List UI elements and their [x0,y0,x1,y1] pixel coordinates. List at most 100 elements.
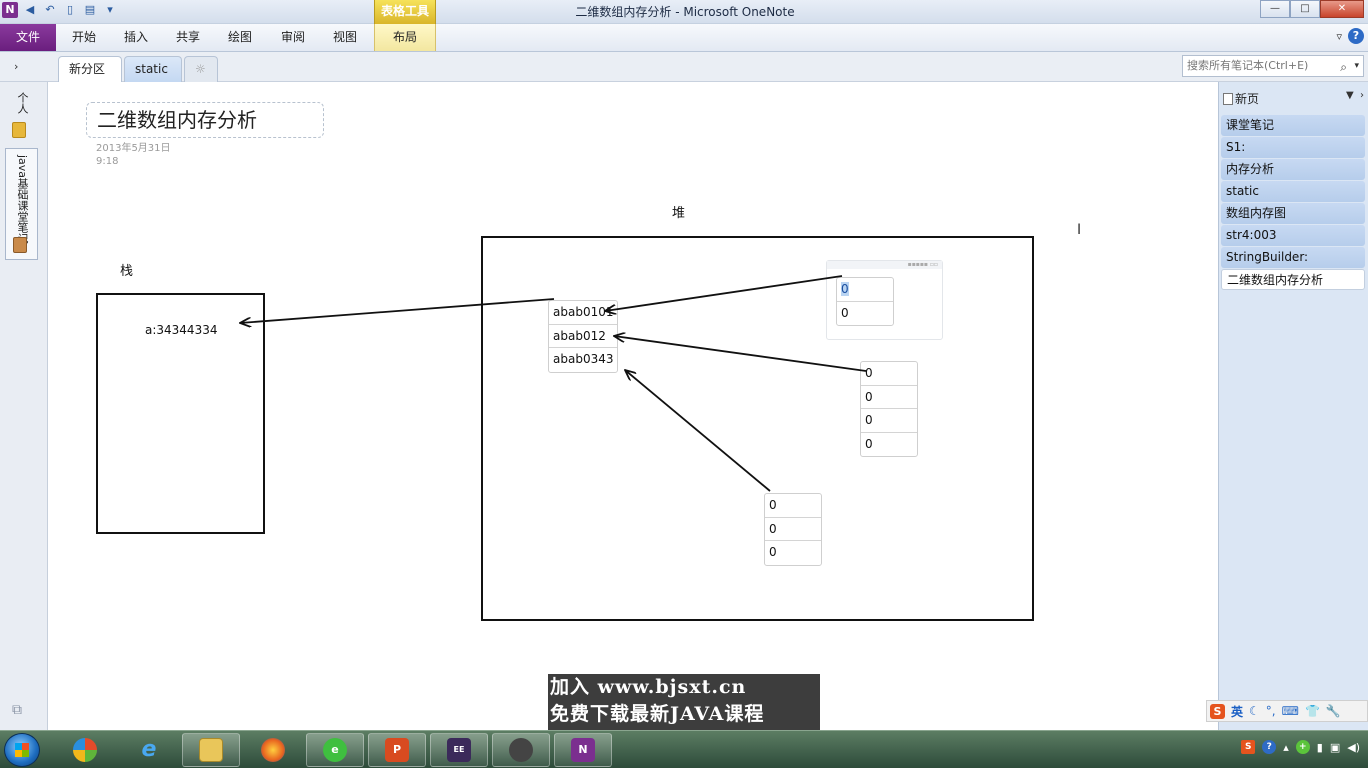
unfiled-notes-icon[interactable]: ⧉ [12,702,22,718]
start-button[interactable] [4,733,40,767]
notebook-brown-icon [13,237,27,253]
reference-arrows [48,275,867,492]
page-item[interactable]: 数组内存图 [1221,203,1365,224]
taskbar-powerpoint[interactable]: P [368,733,426,767]
ribbon-collapse-icon[interactable]: ▿ [1336,30,1342,43]
system-tray: S ? ▴ + ▮ ▣ ◀) [1241,740,1360,754]
quick-access-toolbar: N ◀ ↶ ▯ ▤ ▾ [2,2,118,18]
expand-navigation-icon[interactable]: › [14,60,18,73]
watermark: 加入 www.bjsxt.cn 免费下载最新JAVA课程 [548,674,820,730]
notebook-pane: 个人 java基础课堂笔记 ⧉ [0,82,48,730]
notebook-java[interactable]: java基础课堂笔记 [5,148,38,260]
taskbar: e e P EE N S ? ▴ + ▮ ▣ ◀) [0,730,1368,768]
tray-sogou-icon[interactable]: S [1241,740,1256,754]
page-canvas[interactable]: 二维数组内存分析 2013年5月31日 9:18 堆 栈 a:34344334 … [48,82,1218,730]
tray-network-icon[interactable]: ▣ [1330,741,1340,754]
watermark-line-2: 免费下载最新JAVA课程 [550,703,765,725]
new-page-button[interactable]: 新页 [1223,90,1259,107]
taskbar-tool[interactable] [492,733,550,767]
help-icon[interactable]: ? [1348,28,1364,44]
moon-icon[interactable]: ☾ [1249,704,1260,718]
tray-360-icon[interactable]: + [1295,740,1310,754]
explorer-icon [73,738,97,762]
page-item[interactable]: str4:003 [1221,225,1365,246]
customize-qa-icon[interactable]: ▾ [102,2,118,18]
section-tab-new-section-1[interactable]: 新分区 1 [58,56,122,100]
page-item[interactable]: 内存分析 [1221,159,1365,180]
tab-share[interactable]: 共享 [176,24,200,51]
search-scope-dropdown-icon[interactable]: ▾ [1354,56,1359,76]
taskbar-ie[interactable]: e [120,733,178,767]
arrow-outer0-to-array1 [605,275,843,311]
ime-mode[interactable]: 英 [1231,703,1243,720]
new-page-label: 新页 [1235,92,1260,106]
ribbon-right-controls: ▿ ? [1336,28,1364,44]
tool-icon [509,738,533,762]
tab-review[interactable]: 审阅 [281,24,305,51]
section-tab-static[interactable]: static [124,56,182,82]
page-item[interactable]: static [1221,181,1365,202]
arrow-outer1-to-array2 [614,336,867,372]
keyboard-icon[interactable]: ⌨ [1282,704,1299,718]
page-item[interactable]: 课堂笔记 [1221,115,1365,136]
skin-icon[interactable]: 👕 [1305,704,1320,718]
tab-view[interactable]: 视图 [333,24,357,51]
page-item[interactable]: S1: [1221,137,1365,158]
tray-volume-icon[interactable]: ◀) [1347,741,1360,754]
title-bar: N ◀ ↶ ▯ ▤ ▾ 表格工具 二维数组内存分析 - Microsoft On… [0,0,1368,24]
firefox-icon [261,738,285,762]
taskbar-explorer[interactable] [56,733,114,767]
taskbar-360[interactable]: e [306,733,364,767]
tray-help-icon[interactable]: ? [1262,740,1277,754]
maximize-button[interactable]: □ [1290,0,1320,18]
javaee-ide-icon: EE [447,738,471,762]
notebook-java-label: java基础课堂笔记 [16,155,29,245]
onenote-logo-icon[interactable]: N [2,2,18,18]
onenote-taskbar-icon: N [571,738,595,762]
folder-icon [199,738,223,762]
sogou-icon[interactable]: S [1210,703,1225,719]
back-icon[interactable]: ◀ [22,2,38,18]
punctuation-icon[interactable]: °, [1266,704,1276,718]
page-item-active[interactable]: 二维数组内存分析 [1221,269,1365,290]
taskbar-folder[interactable] [182,733,240,767]
powerpoint-icon: P [385,738,409,762]
tray-expand-icon[interactable]: ▴ [1283,741,1289,754]
dock-icon[interactable]: ▯ [62,2,78,18]
watermark-line-1: 加入 www.bjsxt.cn [550,676,747,698]
table-tools-label: 表格工具 [374,0,436,24]
minimize-button[interactable]: — [1260,0,1290,18]
search-input[interactable]: 搜索所有笔记本(Ctrl+E) ⌕ ▾ [1182,55,1364,77]
taskbar-onenote[interactable]: N [554,733,612,767]
wrench-icon[interactable]: 🔧 [1326,704,1341,718]
ie-icon: e [141,737,157,762]
tab-home[interactable]: 开始 [72,24,96,51]
tab-layout[interactable]: 布局 [374,24,436,51]
new-page-icon [1223,93,1233,105]
section-tabs-row: › 新分区 1 static ☼ 搜索所有笔记本(Ctrl+E) ⌕ ▾ [0,52,1368,100]
file-tab[interactable]: 文件 [0,24,56,51]
arrow-stack-to-outer [240,298,555,323]
arrow-outer2-to-array3 [625,370,771,492]
notebook-personal[interactable]: 个人 [8,90,36,142]
text-cursor-icon: I [1077,222,1082,238]
tab-insert[interactable]: 插入 [124,24,148,51]
browser-360-icon: e [323,738,347,762]
search-placeholder: 搜索所有笔记本(Ctrl+E) [1187,59,1309,72]
taskbar-javaee-ide[interactable]: EE [430,733,488,767]
window-controls: — □ ✕ [1260,0,1364,18]
tab-draw[interactable]: 绘图 [228,24,252,51]
pages-panel-controls[interactable]: ▼ › [1346,90,1364,101]
tray-device-icon[interactable]: ▮ [1317,741,1323,754]
undo-icon[interactable]: ↶ [42,2,58,18]
close-button[interactable]: ✕ [1320,0,1364,18]
taskbar-firefox[interactable] [244,733,302,767]
search-icon[interactable]: ⌕ [1340,57,1347,77]
ribbon-tabs: 文件 开始 插入 共享 绘图 审阅 视图 布局 ▿ ? [0,24,1368,52]
add-section-tab[interactable]: ☼ [184,56,218,82]
notebook-yellow-icon [12,122,26,138]
page-item[interactable]: StringBuilder: [1221,247,1365,268]
notebook-personal-label: 个人 [16,92,29,114]
fullpage-icon[interactable]: ▤ [82,2,98,18]
pages-panel: 新页 ▼ › 课堂笔记 S1: 内存分析 static 数组内存图 str4:0… [1218,82,1368,730]
